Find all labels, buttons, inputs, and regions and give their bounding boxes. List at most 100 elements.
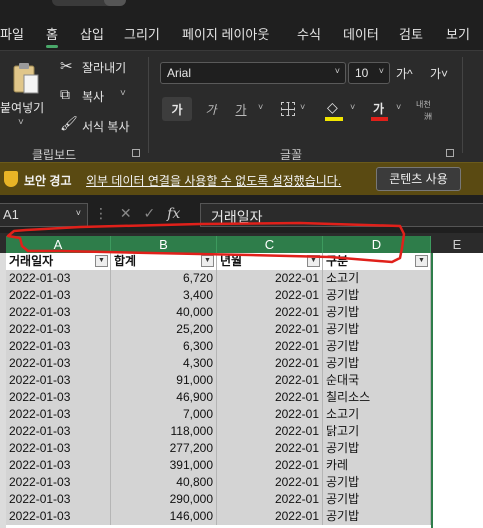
table-cell[interactable]: 2022-01-03 <box>6 355 111 372</box>
font-size-select[interactable]: 10 ˅ <box>348 62 390 84</box>
table-cell[interactable]: 2022-01 <box>217 338 323 355</box>
table-cell[interactable]: 2022-01 <box>217 474 323 491</box>
table-cell[interactable]: 2022-01-03 <box>6 423 111 440</box>
table-cell[interactable]: 2022-01-03 <box>6 372 111 389</box>
header-cell[interactable]: 거래일자 ▼ <box>6 253 111 270</box>
table-cell[interactable]: 46,900 <box>111 389 217 406</box>
chevron-down-icon[interactable]: ˅ <box>396 102 401 112</box>
table-cell[interactable]: 2022-01 <box>217 287 323 304</box>
tab-home[interactable]: 홈 <box>46 24 58 48</box>
table-cell[interactable]: 40,000 <box>111 304 217 321</box>
table-cell[interactable]: 순대국 <box>323 372 431 389</box>
table-cell[interactable]: 공기밥 <box>323 355 431 372</box>
table-cell[interactable]: 2022-01 <box>217 423 323 440</box>
header-cell[interactable]: 합계 ▼ <box>111 253 217 270</box>
table-cell[interactable]: 6,720 <box>111 270 217 287</box>
chevron-down-icon[interactable]: ˅ <box>350 102 355 112</box>
column-header-d[interactable]: D <box>323 236 431 253</box>
security-message-link[interactable]: 외부 데이터 연결을 사용할 수 없도록 설정했습니다. <box>86 172 341 189</box>
name-box[interactable]: A1 ˅ <box>0 203 88 227</box>
table-cell[interactable]: 2022-01-03 <box>6 270 111 287</box>
font-dialog-launcher[interactable] <box>446 149 454 157</box>
column-header-e[interactable]: E <box>431 236 483 253</box>
table-cell[interactable]: 카레 <box>323 457 431 474</box>
table-cell[interactable]: 2022-01-03 <box>6 338 111 355</box>
table-cell[interactable]: 소고기 <box>323 270 431 287</box>
chevron-down-icon[interactable]: ˅ <box>120 88 126 99</box>
title-control[interactable] <box>104 0 126 6</box>
table-cell[interactable]: 2022-01-03 <box>6 389 111 406</box>
table-cell[interactable]: 2022-01 <box>217 304 323 321</box>
tab-draw[interactable]: 그리기 <box>124 24 160 43</box>
table-cell[interactable]: 2022-01-03 <box>6 474 111 491</box>
table-cell[interactable]: 7,000 <box>111 406 217 423</box>
clipboard-dialog-launcher[interactable] <box>132 149 140 157</box>
phonetic-button[interactable]: 내천 <box>416 99 431 110</box>
table-cell[interactable]: 2022-01 <box>217 372 323 389</box>
table-cell[interactable]: 2022-01 <box>217 491 323 508</box>
table-cell[interactable]: 4,300 <box>111 355 217 372</box>
insert-function-button[interactable]: fx <box>167 206 180 222</box>
table-cell[interactable]: 2022-01-03 <box>6 440 111 457</box>
formula-input[interactable]: 거래일자 <box>200 203 483 227</box>
table-cell[interactable]: 2022-01 <box>217 457 323 474</box>
table-cell[interactable]: 공기밥 <box>323 321 431 338</box>
table-cell[interactable]: 25,200 <box>111 321 217 338</box>
table-cell[interactable]: 2022-01 <box>217 270 323 287</box>
table-cell[interactable]: 공기밥 <box>323 491 431 508</box>
grow-font-button[interactable]: 가^ <box>396 65 413 82</box>
cancel-icon[interactable]: ✕ <box>120 205 132 221</box>
table-cell[interactable]: 칠리소스 <box>323 389 431 406</box>
chevron-down-icon[interactable]: ˅ <box>18 117 24 128</box>
copy-button[interactable]: 복사 <box>82 88 104 105</box>
border-icon[interactable] <box>281 102 295 116</box>
table-cell[interactable]: 2022-01 <box>217 406 323 423</box>
table-cell[interactable]: 공기밥 <box>323 440 431 457</box>
table-cell[interactable]: 146,000 <box>111 508 217 525</box>
table-cell[interactable]: 2022-01-03 <box>6 287 111 304</box>
table-cell[interactable]: 2022-01-03 <box>6 491 111 508</box>
table-cell[interactable]: 391,000 <box>111 457 217 474</box>
font-family-select[interactable]: Arial ˅ <box>160 62 346 84</box>
table-cell[interactable]: 118,000 <box>111 423 217 440</box>
tab-view[interactable]: 보기 <box>446 24 470 43</box>
font-color-button[interactable]: 가 <box>371 97 389 121</box>
table-cell[interactable]: 290,000 <box>111 491 217 508</box>
table-cell[interactable]: 6,300 <box>111 338 217 355</box>
tab-file[interactable]: 파일 <box>0 24 24 43</box>
column-header-c[interactable]: C <box>217 236 323 253</box>
paste-button[interactable]: 붙여넣기 ˅ <box>0 57 46 137</box>
table-cell[interactable]: 40,800 <box>111 474 217 491</box>
bold-button[interactable]: 가 <box>162 97 192 121</box>
chevron-down-icon[interactable]: ˅ <box>300 102 305 112</box>
table-cell[interactable]: 2022-01 <box>217 355 323 372</box>
header-cell[interactable]: 구분 ▼ <box>323 253 431 270</box>
filter-dropdown-icon[interactable]: ▼ <box>415 255 428 267</box>
format-painter-button[interactable]: 서식 복사 <box>82 118 130 135</box>
shrink-font-button[interactable]: 가˅ <box>430 65 448 82</box>
header-cell[interactable]: 년월 ▼ <box>217 253 323 270</box>
table-cell[interactable]: 2022-01 <box>217 321 323 338</box>
cut-button[interactable]: 잘라내기 <box>82 59 126 76</box>
table-cell[interactable]: 2022-01-03 <box>6 457 111 474</box>
table-cell[interactable]: 소고기 <box>323 406 431 423</box>
tab-formulas[interactable]: 수식 <box>297 24 321 43</box>
table-cell[interactable]: 공기밥 <box>323 304 431 321</box>
filter-dropdown-icon[interactable]: ▼ <box>201 255 214 267</box>
column-e-cells[interactable] <box>431 253 483 528</box>
table-cell[interactable]: 2022-01-03 <box>6 304 111 321</box>
table-cell[interactable]: 닭고기 <box>323 423 431 440</box>
table-cell[interactable]: 2022-01-03 <box>6 508 111 525</box>
table-cell[interactable]: 277,200 <box>111 440 217 457</box>
filter-dropdown-icon[interactable]: ▼ <box>95 255 108 267</box>
table-cell[interactable]: 91,000 <box>111 372 217 389</box>
table-cell[interactable]: 3,400 <box>111 287 217 304</box>
underline-button[interactable]: 가 <box>232 97 250 121</box>
table-cell[interactable]: 공기밥 <box>323 287 431 304</box>
tab-insert[interactable]: 삽입 <box>80 24 104 43</box>
chevron-down-icon[interactable]: ˅ <box>258 102 263 112</box>
confirm-icon[interactable]: ✓ <box>144 205 156 221</box>
table-cell[interactable]: 공기밥 <box>323 474 431 491</box>
filter-dropdown-icon[interactable]: ▼ <box>307 255 320 267</box>
tab-data[interactable]: 데이터 <box>343 24 379 43</box>
